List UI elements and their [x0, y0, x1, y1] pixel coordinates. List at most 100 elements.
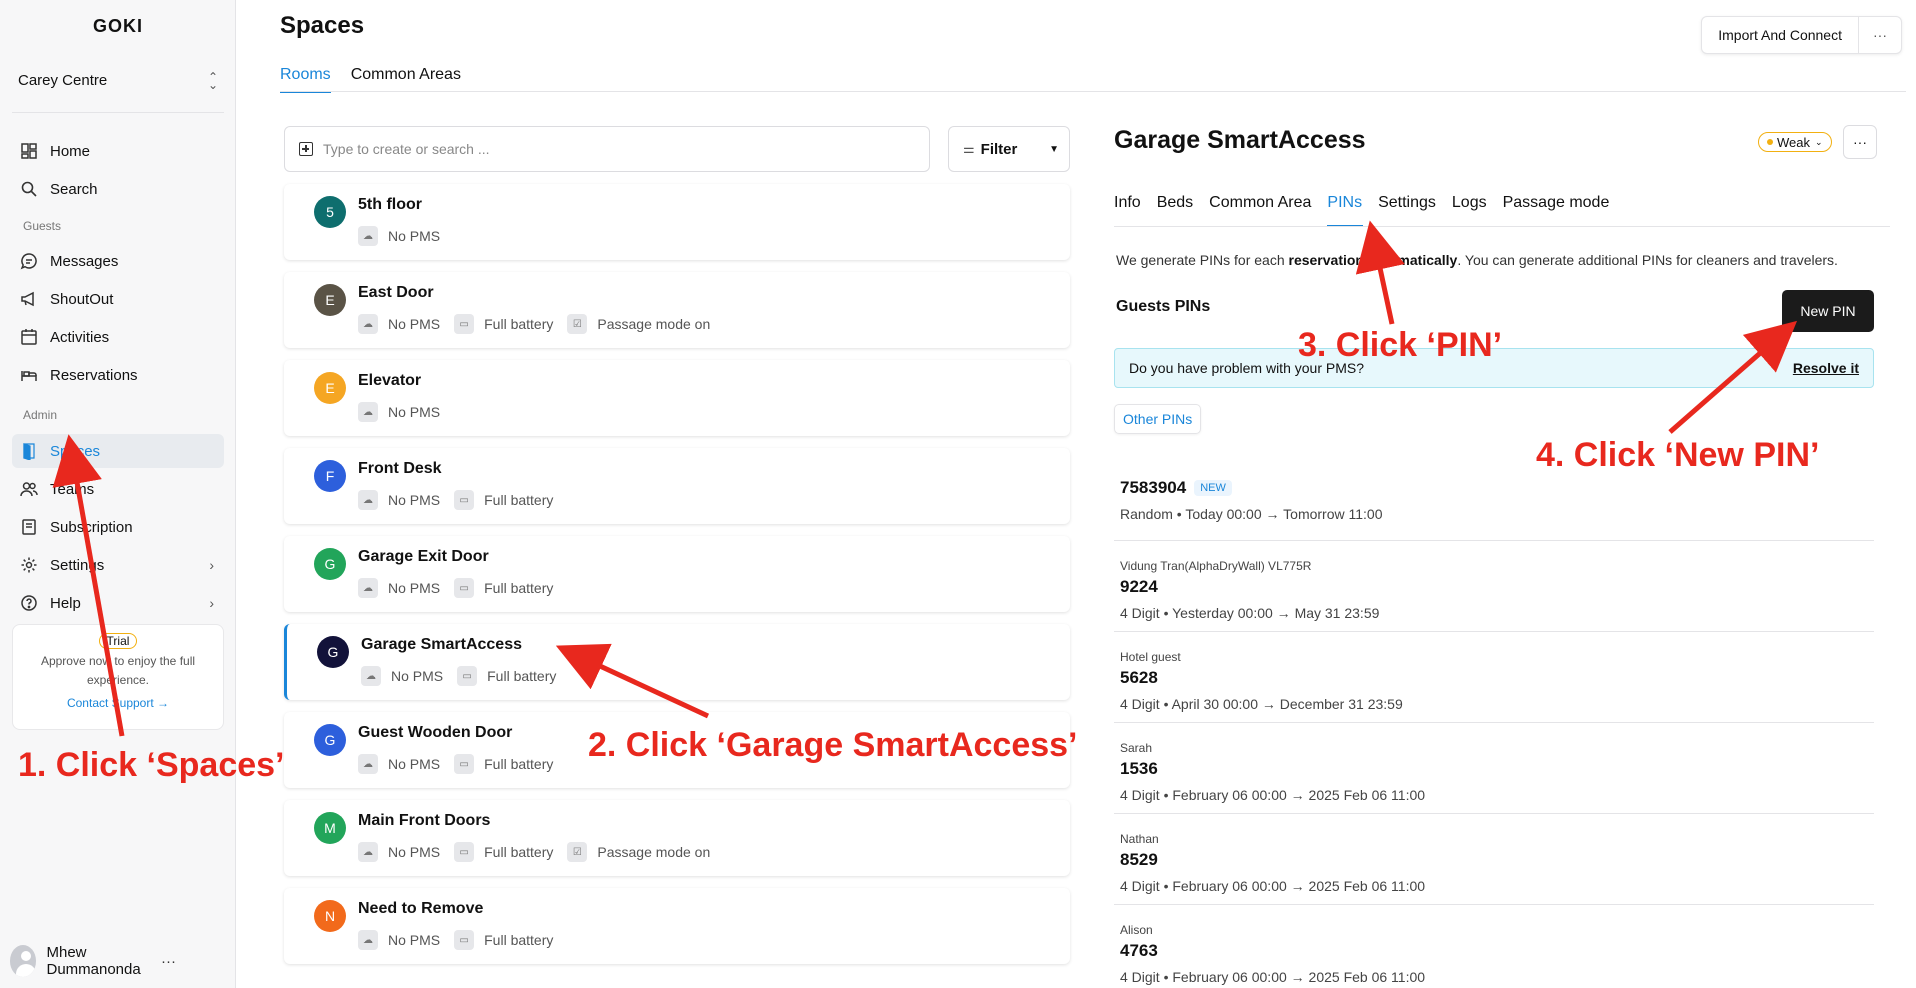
chevron-right-icon: ›: [209, 557, 214, 573]
guests-pins-heading: Guests PINs: [1116, 298, 1211, 315]
room-tag-label: Full battery: [484, 932, 554, 948]
sidebar-item-shoutout[interactable]: ShoutOut: [12, 282, 224, 316]
tab-common-areas[interactable]: Common Areas: [351, 66, 461, 93]
tab-beds[interactable]: Beds: [1157, 194, 1194, 227]
sidebar: GOKI Carey Centre ⌃ ⌄ Home Search Guests …: [0, 0, 236, 988]
room-avatar: G: [314, 724, 346, 756]
room-tag: ☁ No PMS: [358, 754, 440, 774]
other-pins-button[interactable]: Other PINs: [1114, 404, 1202, 434]
pin-row[interactable]: Alison 4763 4 Digit • February 06 00:00 → …: [1114, 905, 1874, 988]
room-tag-label: No PMS: [388, 404, 441, 420]
room-tag: ☑ Passage mode on: [567, 314, 710, 334]
room-list-item[interactable]: N Need to Remove ☁ No PMS ▭ Full battery: [284, 888, 1070, 964]
room-list-item[interactable]: E East Door ☁ No PMS ▭ Full battery ☑ Passage m…: [284, 272, 1070, 348]
room-tags: ☁ No PMS ▭ Full battery: [358, 754, 567, 774]
room-tags: ☁ No PMS: [358, 402, 454, 422]
room-tag-label: No PMS: [388, 580, 441, 596]
pin-owner: Sarah: [1120, 741, 1153, 755]
user-name: Mhew Dummanonda: [46, 944, 141, 978]
sidebar-item-home[interactable]: Home: [12, 134, 224, 168]
sidebar-item-spaces[interactable]: Spaces: [12, 434, 224, 468]
room-tags: ☁ No PMS: [358, 226, 454, 246]
sidebar-item-label: Reservations: [50, 366, 138, 384]
sidebar-item-reservations[interactable]: Reservations: [12, 358, 224, 392]
room-tag: ☁ No PMS: [358, 842, 440, 862]
pin-row[interactable]: Sarah 1536 4 Digit • February 06 00:00 → 2…: [1114, 723, 1874, 814]
room-tag-label: Passage mode on: [597, 844, 711, 860]
room-tags: ☁ No PMS ▭ Full battery: [358, 490, 567, 510]
battery-icon: ▭: [454, 754, 475, 774]
room-avatar: 5: [314, 196, 346, 228]
signal-badge[interactable]: Weak ⌄: [1758, 132, 1832, 152]
tab-common-area[interactable]: Common Area: [1209, 194, 1312, 227]
cloud-icon: ☁: [358, 490, 378, 510]
room-list-item[interactable]: G Garage SmartAccess ☁ No PMS ▭ Full battery: [284, 624, 1070, 700]
pin-code: 8529: [1120, 850, 1158, 869]
cloud-icon: ☁: [358, 226, 378, 246]
room-list-item[interactable]: F Front Desk ☁ No PMS ▭ Full battery: [284, 448, 1070, 524]
room-tag-label: Full battery: [484, 844, 554, 860]
section-label-admin: Admin: [23, 408, 58, 422]
more-icon[interactable]: ···: [161, 953, 176, 970]
sidebar-item-messages[interactable]: Messages: [12, 244, 224, 278]
help-icon: [21, 595, 37, 611]
room-list-item[interactable]: E Elevator ☁ No PMS: [284, 360, 1070, 436]
more-options-button[interactable]: ···: [1859, 17, 1901, 53]
room-tag-label: No PMS: [388, 932, 441, 948]
chevron-down-icon: ▼: [1049, 143, 1059, 155]
pin-owner: Vidung Tran(AlphaDryWall) VL775R: [1120, 559, 1312, 573]
sidebar-item-label: Teams: [50, 480, 95, 498]
sidebar-item-label: ShoutOut: [50, 290, 114, 308]
org-switcher[interactable]: Carey Centre ⌃ ⌄: [18, 71, 218, 91]
battery-icon: ▭: [454, 930, 475, 950]
cloud-icon: ☁: [358, 842, 378, 862]
tab-passage-mode[interactable]: Passage mode: [1503, 194, 1611, 227]
annotation-step-2: 2. Click ‘Garage SmartAccess’: [588, 726, 1078, 764]
pin-meta: 4 Digit • April 30 00:00 → December 31 2…: [1120, 696, 1403, 712]
tab-logs[interactable]: Logs: [1452, 194, 1488, 227]
search-input[interactable]: Type to create or search ...: [284, 126, 930, 172]
room-tag-label: Full battery: [484, 316, 554, 332]
tab-pins[interactable]: PINs: [1327, 194, 1364, 227]
detail-more-button[interactable]: ···: [1843, 125, 1877, 159]
tab-settings[interactable]: Settings: [1378, 194, 1437, 227]
resolve-link[interactable]: Resolve it: [1793, 360, 1859, 376]
divider: [12, 112, 224, 113]
room-tag: ☁ No PMS: [358, 402, 440, 422]
detail-title: Garage SmartAccess: [1114, 126, 1366, 154]
pin-code-row: 5628: [1120, 668, 1158, 688]
cloud-icon: ☁: [358, 754, 378, 774]
filter-button[interactable]: ⚌ Filter ▼: [948, 126, 1070, 172]
sidebar-item-settings[interactable]: Settings ›: [12, 548, 224, 582]
sidebar-item-help[interactable]: Help ›: [12, 586, 224, 620]
pin-row[interactable]: Nathan 8529 4 Digit • February 06 00:00 → …: [1114, 814, 1874, 905]
pin-row[interactable]: Hotel guest 5628 4 Digit • April 30 00:00 …: [1114, 632, 1874, 723]
sidebar-item-activities[interactable]: Activities: [12, 320, 224, 354]
room-name: Front Desk: [358, 460, 442, 477]
pin-code-row: 1536: [1120, 759, 1158, 779]
room-tag: ☁ No PMS: [358, 314, 440, 334]
door-icon: [23, 443, 35, 460]
tab-info[interactable]: Info: [1114, 194, 1142, 227]
user-menu[interactable]: Mhew Dummanonda ···: [10, 944, 226, 978]
header-actions: Import And Connect ···: [1701, 16, 1902, 54]
sidebar-item-label: Settings: [50, 556, 105, 574]
battery-icon: ▭: [454, 314, 475, 334]
room-list-item[interactable]: M Main Front Doors ☁ No PMS ▭ Full battery ☑ Pa…: [284, 800, 1070, 876]
receipt-icon: [22, 519, 36, 535]
avatar: [10, 945, 37, 977]
room-list-item[interactable]: G Garage Exit Door ☁ No PMS ▭ Full battery: [284, 536, 1070, 612]
sidebar-item-teams[interactable]: Teams: [12, 472, 224, 506]
new-pin-button[interactable]: New PIN: [1782, 290, 1874, 332]
app-logo: GOKI: [92, 16, 143, 36]
contact-support-link[interactable]: Contact Support →: [13, 696, 223, 710]
pin-row[interactable]: Vidung Tran(AlphaDryWall) VL775R 9224 4 Di…: [1114, 541, 1874, 632]
bed-icon: [21, 371, 37, 381]
sidebar-item-subscription[interactable]: Subscription: [12, 510, 224, 544]
import-connect-button[interactable]: Import And Connect: [1702, 17, 1859, 53]
room-list-item[interactable]: 5 5th floor ☁ No PMS: [284, 184, 1070, 260]
sidebar-item-search[interactable]: Search: [12, 172, 224, 206]
tab-rooms[interactable]: Rooms: [280, 66, 331, 93]
room-tag: ☁ No PMS: [358, 226, 440, 246]
sidebar-item-label: Subscription: [50, 518, 133, 536]
